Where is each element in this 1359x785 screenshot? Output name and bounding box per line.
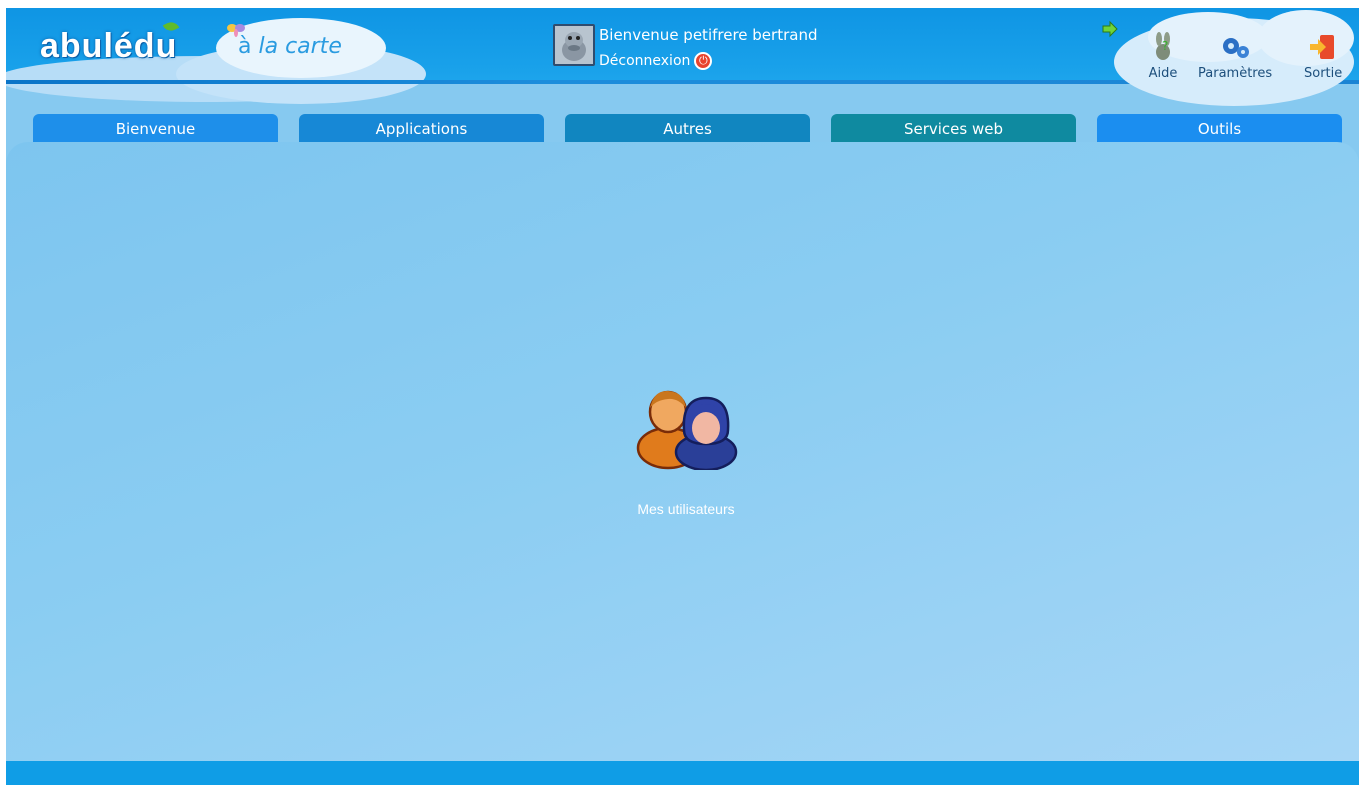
logout-link[interactable]: Déconnexion ⏻ <box>599 52 713 70</box>
help-rabbit-icon: ? <box>1156 32 1170 60</box>
tab-outils[interactable]: Outils <box>1097 114 1342 143</box>
header: abulédu à la carte Bienvenue petifrere b… <box>6 8 1359 116</box>
logout-label[interactable]: Déconnexion <box>599 53 690 69</box>
user-greeting: Bienvenue petifrere bertrand <box>599 26 818 44</box>
tools-cloud: ? Aide Paramètres Sortie <box>1108 8 1359 108</box>
gear-icon <box>1223 38 1250 58</box>
parametres-button[interactable]: Paramètres <box>1198 32 1272 81</box>
alacarte-logo: à la carte <box>238 34 342 59</box>
aide-button[interactable]: ? Aide <box>1148 32 1178 81</box>
parametres-label: Paramètres <box>1198 66 1273 81</box>
exit-door-icon <box>1310 35 1335 59</box>
users-label[interactable]: Mes utilisateurs <box>586 501 786 517</box>
abuledu-logo[interactable]: abulédu <box>40 19 180 66</box>
app-window: abulédu à la carte Bienvenue petifrere b… <box>6 8 1359 785</box>
tab-applications[interactable]: Applications <box>299 114 544 143</box>
user-avatar <box>553 24 595 66</box>
tab-services-web[interactable]: Services web <box>831 114 1076 143</box>
tab-autres[interactable]: Autres <box>565 114 810 143</box>
aide-label: Aide <box>1148 66 1178 81</box>
hippo-avatar-icon <box>562 32 586 61</box>
footer-bar <box>6 761 1359 785</box>
sortie-label: Sortie <box>1304 66 1343 81</box>
users-icon[interactable] <box>634 386 744 470</box>
tab-bienvenue[interactable]: Bienvenue <box>33 114 278 143</box>
main-nav: Bienvenue Applications Autres Services w… <box>6 114 1359 144</box>
power-icon[interactable]: ⏻ <box>694 52 713 70</box>
sortie-button[interactable]: Sortie <box>1304 32 1342 81</box>
svg-text:?: ? <box>1162 39 1168 53</box>
